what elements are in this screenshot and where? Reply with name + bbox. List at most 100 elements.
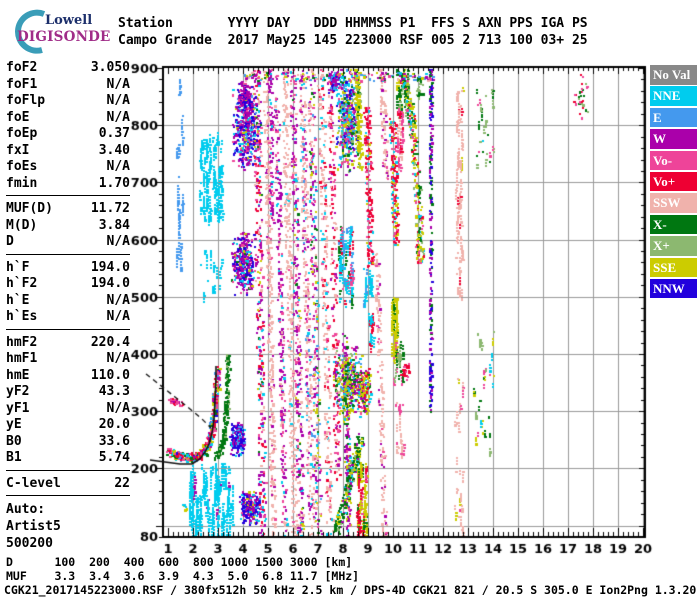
parameter-label: foF2 — [6, 60, 38, 75]
legend-item-sse: SSE — [650, 257, 697, 278]
parameter-label: foE — [6, 109, 30, 125]
logo-lowell-text: Lowell — [45, 13, 93, 28]
header-field-labels: Station YYYY DAY DDD HHMMSS P1 FFS S AXN… — [118, 16, 588, 31]
parameter-value: 110.0 — [90, 367, 130, 383]
legend-item-nnw: NNW — [650, 278, 697, 299]
parameter-row-d: D N/A — [6, 234, 130, 251]
parameter-row-hes: h`Es N/A — [6, 309, 130, 326]
parameter-label: h`E — [6, 292, 30, 308]
parameter-label: h`F2 — [6, 276, 38, 291]
parameter-row-b1: B1 5.74 — [6, 450, 130, 467]
parameter-row-hmf1: hmF1 N/A — [6, 351, 130, 368]
legend-item-vo+: Vo+ — [650, 171, 697, 192]
parameter-value: 194.0 — [90, 276, 130, 291]
legend-item-x-: X- — [650, 214, 697, 235]
parameter-row-foflp: foFlp N/A — [6, 93, 130, 110]
parameter-row-mufd: MUF(D) 11.72 — [6, 201, 130, 218]
parameter-value: N/A — [106, 234, 130, 249]
parameter-label: yF2 — [6, 384, 30, 399]
parameter-label: fxI — [6, 142, 30, 158]
parameter-row-hme: hmE 110.0 — [6, 368, 130, 385]
parameter-label: B0 — [6, 433, 22, 449]
parameter-label: yE — [6, 417, 22, 432]
parameter-label: M(D) — [6, 217, 38, 233]
parameter-value: N/A — [106, 93, 130, 108]
distance-row: D 100 200 400 600 800 1000 1500 3000 [km… — [6, 555, 353, 569]
parameter-label: 500200 — [6, 536, 53, 551]
parameter-label: yF1 — [6, 400, 30, 416]
parameter-group: MUF(D) 11.72 M(D) 3.84 D N/A — [6, 195, 130, 251]
lowell-digisonde-logo: Lowell DIGISONDE — [6, 6, 118, 54]
parameter-value: 3.40 — [98, 142, 130, 158]
parameter-group: h`F 194.0 h`F2 194.0 h`E N/A h`Es N/A — [6, 253, 130, 326]
echo-direction-legend: No Val NNE E W Vo- Vo+ SSW X- X+ SSE NNW — [650, 65, 697, 300]
parameter-row-auto: Auto: — [6, 501, 130, 518]
parameter-label: Auto: — [6, 502, 46, 517]
parameter-value: 3.050 — [90, 60, 130, 75]
header-field-values: Campo Grande 2017 May25 145 223000 RSF 0… — [118, 33, 588, 48]
legend-item-vo-: Vo- — [650, 150, 697, 171]
parameter-group: foF2 3.050 foF1 N/A foFlp N/A foE N/A foEp 0.37 fx… — [6, 60, 130, 192]
parameter-row-hf: h`F 194.0 — [6, 260, 130, 277]
legend-item-ssw: SSW — [650, 193, 697, 213]
parameter-row-foep: foEp 0.37 — [6, 126, 130, 143]
parameter-value: 194.0 — [90, 259, 130, 275]
parameter-row-fmin: fmin 1.70 — [6, 176, 130, 193]
status-line: CGK21_2017145223000.RSF / 380fx512h 50 k… — [4, 583, 697, 597]
parameter-group: hmF2 220.4 hmF1 N/A hmE 110.0 yF2 43.3 yF1 N/A yE 2… — [6, 328, 130, 467]
parameter-value: N/A — [106, 309, 130, 324]
parameter-value: N/A — [106, 109, 130, 125]
parameter-value: N/A — [106, 76, 130, 92]
parameter-value: 3.84 — [98, 217, 130, 233]
parameter-value: N/A — [106, 400, 130, 416]
parameter-panel: foF2 3.050 foF1 N/A foFlp N/A foE N/A foEp 0.37 fx… — [6, 60, 130, 552]
parameter-row-clevel: C-level 22 — [6, 476, 130, 493]
parameter-label: foEp — [6, 126, 38, 141]
parameter-row-foe: foE N/A — [6, 110, 130, 127]
parameter-row-yf1: yF1 N/A — [6, 401, 130, 418]
parameter-value: 11.72 — [90, 201, 130, 216]
logo-digisonde-text: DIGISONDE — [17, 29, 111, 45]
parameter-label: hmF1 — [6, 351, 38, 366]
parameter-row-ye: yE 20.0 — [6, 417, 130, 434]
parameter-row-yf2: yF2 43.3 — [6, 384, 130, 401]
parameter-value: N/A — [106, 351, 130, 366]
parameter-label: C-level — [6, 475, 61, 491]
parameter-label: MUF(D) — [6, 201, 53, 216]
parameter-row-foes: foEs N/A — [6, 159, 130, 176]
parameter-label: foF1 — [6, 76, 38, 92]
parameter-value: N/A — [106, 292, 130, 308]
legend-item-nne: NNE — [650, 86, 697, 106]
muf-row: MUF 3.3 3.4 3.6 3.9 4.3 5.0 6.8 11.7 [MH… — [6, 569, 360, 583]
parameter-value: 0.37 — [98, 126, 130, 141]
legend-item-x+: X+ — [650, 236, 697, 256]
parameter-value: 1.70 — [98, 175, 130, 191]
parameter-value: 33.6 — [98, 433, 130, 449]
parameter-label: hmE — [6, 367, 30, 383]
parameter-label: B1 — [6, 450, 22, 465]
digisonde-ionogram-screen: Lowell DIGISONDE Station YYYY DAY DDD HH… — [0, 0, 700, 600]
parameter-label: foFlp — [6, 93, 46, 108]
parameter-row-fof2: foF2 3.050 — [6, 60, 130, 77]
parameter-row-fof1: foF1 N/A — [6, 77, 130, 94]
parameter-row-fxi: fxI 3.40 — [6, 143, 130, 160]
parameter-row-500200: 500200 — [6, 535, 130, 552]
parameter-label: Artist5 — [6, 519, 61, 534]
parameter-value: N/A — [106, 159, 130, 174]
parameter-label: h`F — [6, 259, 30, 275]
parameter-row-b0: B0 33.6 — [6, 434, 130, 451]
parameter-label: hmF2 — [6, 334, 38, 350]
legend-item-e: E — [650, 107, 697, 128]
parameter-row-hf2: h`F2 194.0 — [6, 276, 130, 293]
parameter-label: D — [6, 234, 14, 249]
parameter-row-hmf2: hmF2 220.4 — [6, 335, 130, 352]
parameter-row-he: h`E N/A — [6, 293, 130, 310]
parameter-group: Auto: Artist5 500200 — [6, 495, 130, 552]
parameter-value: 220.4 — [90, 334, 130, 350]
parameter-value: 22 — [114, 475, 130, 491]
parameter-label: fmin — [6, 175, 38, 191]
parameter-value: 43.3 — [98, 384, 130, 399]
parameter-group: C-level 22 — [6, 469, 130, 493]
parameter-label: foEs — [6, 159, 38, 174]
parameter-value: 20.0 — [98, 417, 130, 432]
